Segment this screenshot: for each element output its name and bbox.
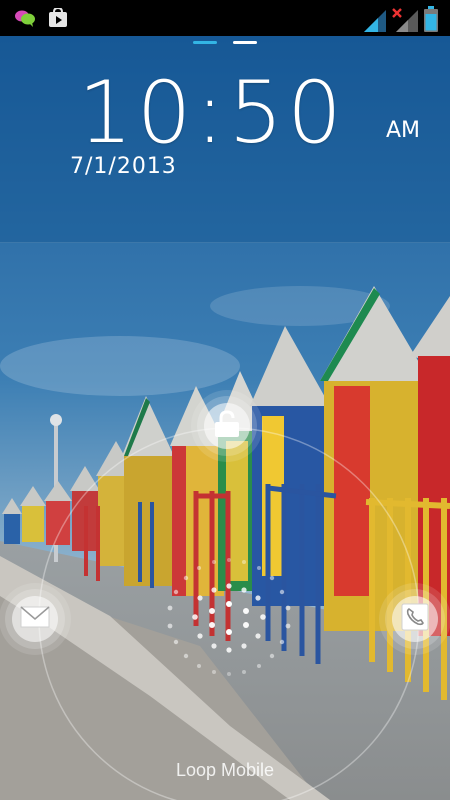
system-icons	[364, 6, 438, 36]
envelope-icon	[20, 606, 50, 632]
messaging-target[interactable]	[5, 589, 65, 649]
battery-icon	[424, 6, 438, 36]
lock-screen: 10:50 AM 7/1/2013 Loop Mobile	[0, 0, 450, 800]
signal-no-data-icon	[392, 8, 418, 36]
phone-handset-icon	[401, 603, 429, 635]
chat-bubbles-icon	[14, 9, 36, 31]
play-store-icon	[48, 6, 68, 32]
signal-strength-icon	[364, 10, 386, 36]
unlock-padlock-icon	[212, 410, 242, 442]
carrier-label: Loop Mobile	[175, 760, 275, 780]
phone-target[interactable]	[385, 589, 445, 649]
status-bar	[0, 0, 450, 36]
unlock-target[interactable]	[197, 396, 257, 456]
glowpad-dots	[167, 558, 291, 676]
glowpad-unlock: Loop Mobile	[0, 0, 450, 800]
notification-icons	[14, 6, 68, 32]
